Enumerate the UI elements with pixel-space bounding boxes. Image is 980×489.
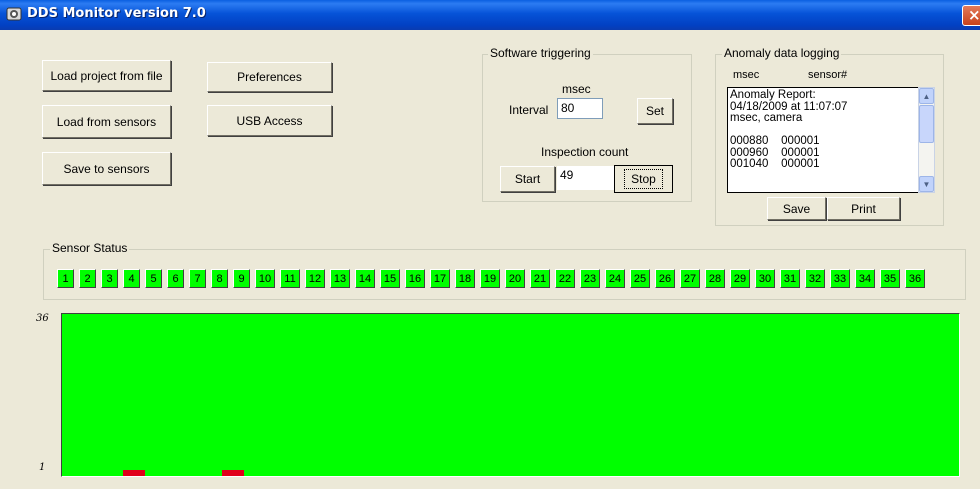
- stop-button[interactable]: Stop: [614, 165, 673, 193]
- sensor-indicator-25: 25: [630, 269, 650, 288]
- software-triggering-label: Software triggering: [488, 46, 593, 60]
- sensor-indicator-15: 15: [380, 269, 400, 288]
- sensor-indicator-11: 11: [280, 269, 300, 288]
- sensor-indicator-23: 23: [580, 269, 600, 288]
- column-sensor: sensor#: [808, 69, 848, 81]
- app-icon: [6, 7, 22, 21]
- column-msec: msec: [733, 69, 760, 81]
- anomaly-logging-label: Anomaly data logging: [722, 46, 842, 60]
- sensor-indicator-8: 8: [211, 269, 228, 288]
- print-log-button[interactable]: Print: [827, 197, 900, 220]
- sensor-indicator-10: 10: [255, 269, 275, 288]
- title-bar: DDS Monitor version 7.0 ×: [0, 0, 980, 30]
- msec-label: msec: [562, 82, 591, 96]
- list-item: 000880 000001: [730, 135, 820, 147]
- sensor-indicator-9: 9: [233, 269, 250, 288]
- y-axis-max-label: 36: [36, 313, 49, 324]
- sensor-indicator-28: 28: [705, 269, 725, 288]
- sensor-indicator-4: 4: [123, 269, 140, 288]
- list-item: Anomaly Report:: [730, 89, 816, 101]
- sensor-indicator-21: 21: [530, 269, 550, 288]
- close-icon: ×: [968, 6, 980, 24]
- sensor-anomaly-chart: [61, 313, 960, 477]
- set-button[interactable]: Set: [637, 98, 673, 124]
- save-log-button[interactable]: Save: [767, 197, 826, 220]
- anomaly-mark-1: [122, 470, 145, 476]
- sensor-indicator-33: 33: [830, 269, 850, 288]
- scroll-up-button[interactable]: ▲: [919, 88, 934, 104]
- sensor-status-label: Sensor Status: [50, 241, 130, 255]
- sensor-indicator-19: 19: [480, 269, 500, 288]
- anomaly-mark-2: [222, 470, 245, 476]
- sensor-indicator-6: 6: [167, 269, 184, 288]
- sensor-indicator-24: 24: [605, 269, 625, 288]
- sensor-indicator-36: 36: [905, 269, 925, 288]
- start-button[interactable]: Start: [500, 166, 555, 192]
- sensor-indicator-29: 29: [730, 269, 750, 288]
- sensor-indicator-14: 14: [355, 269, 375, 288]
- preferences-button[interactable]: Preferences: [207, 62, 332, 92]
- sensor-indicator-17: 17: [430, 269, 450, 288]
- sensor-indicator-3: 3: [101, 269, 118, 288]
- sensor-indicator-31: 31: [780, 269, 800, 288]
- load-project-button[interactable]: Load project from file: [42, 60, 171, 91]
- load-from-sensors-button[interactable]: Load from sensors: [42, 105, 171, 138]
- scroll-down-button[interactable]: ▼: [919, 176, 934, 192]
- sensor-indicator-32: 32: [805, 269, 825, 288]
- sensor-indicator-7: 7: [189, 269, 206, 288]
- sensor-indicator-12: 12: [305, 269, 325, 288]
- sensor-indicator-5: 5: [145, 269, 162, 288]
- sensor-indicator-35: 35: [880, 269, 900, 288]
- sensor-indicator-26: 26: [655, 269, 675, 288]
- list-scrollbar[interactable]: ▲ ▼: [918, 87, 935, 193]
- sensor-indicator-13: 13: [330, 269, 350, 288]
- window-title: DDS Monitor version 7.0: [27, 6, 206, 21]
- list-item: msec, camera: [730, 112, 803, 124]
- chevron-up-icon: ▲: [922, 91, 931, 101]
- sensor-indicator-1: 1: [57, 269, 74, 288]
- scroll-thumb[interactable]: [919, 105, 934, 143]
- sensor-indicator-30: 30: [755, 269, 775, 288]
- sensor-indicator-22: 22: [555, 269, 575, 288]
- y-axis-min-label: 1: [39, 462, 46, 473]
- sensor-indicator-20: 20: [505, 269, 525, 288]
- inspection-count-label: Inspection count: [541, 145, 629, 159]
- anomaly-report-list[interactable]: Anomaly Report: 04/18/2009 at 11:07:07 m…: [727, 87, 919, 193]
- sensor-indicator-27: 27: [680, 269, 700, 288]
- sensor-indicator-16: 16: [405, 269, 425, 288]
- save-to-sensors-button[interactable]: Save to sensors: [42, 152, 171, 185]
- sensor-indicator-18: 18: [455, 269, 475, 288]
- inspection-count-field[interactable]: 49: [557, 166, 614, 190]
- chevron-down-icon: ▼: [922, 179, 931, 189]
- usb-access-button[interactable]: USB Access: [207, 105, 332, 136]
- sensor-indicator-34: 34: [855, 269, 875, 288]
- interval-label: Interval: [509, 103, 549, 117]
- sensor-indicator-2: 2: [79, 269, 96, 288]
- close-button[interactable]: ×: [962, 5, 980, 26]
- interval-input[interactable]: 80: [557, 98, 603, 119]
- list-item: 001040 000001: [730, 158, 820, 170]
